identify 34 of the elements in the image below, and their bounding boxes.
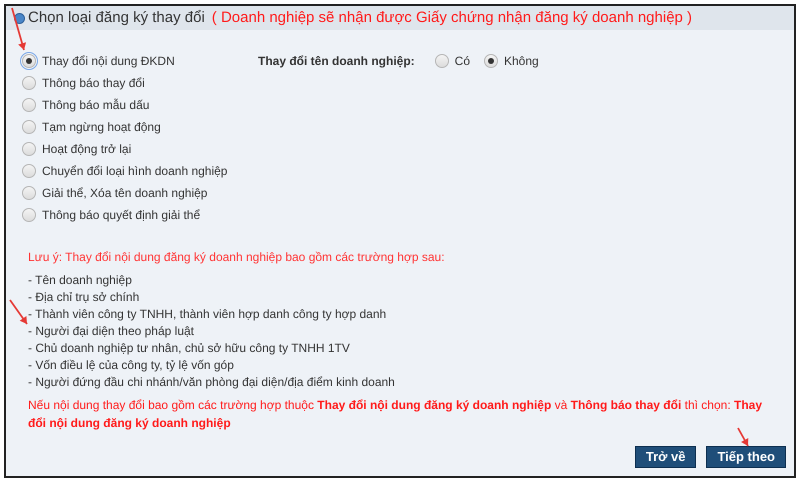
notice-item: - Vốn điều lệ của công ty, tỷ lệ vốn góp bbox=[28, 357, 235, 374]
option-label: Thông báo quyết định giải thể bbox=[42, 207, 200, 224]
notice-item: - Người đại diện theo pháp luật bbox=[28, 323, 196, 340]
notice-title: Lưu ý: Thay đổi nội dung đăng ký doanh nghiệp bao gồm các trường hợp sau: bbox=[28, 249, 446, 266]
radio-button[interactable] bbox=[22, 54, 36, 68]
radio-button[interactable] bbox=[434, 54, 449, 68]
radio-button[interactable] bbox=[22, 164, 36, 178]
option-label: Hoạt động trở lại bbox=[42, 141, 132, 158]
radio-button[interactable] bbox=[22, 120, 36, 134]
notice-item: - Thành viên công ty TNHH, thành viên hợp danh công ty hợp danh bbox=[28, 306, 388, 323]
notice-item: - Người đứng đầu chi nhánh/văn phòng đại diện/địa điểm kinh doanh bbox=[28, 374, 396, 391]
radio-button[interactable] bbox=[22, 142, 36, 156]
section-note: ( Doanh nghiệp sẽ nhận được Giấy chứng nhận đăng ký doanh nghiệp ) bbox=[212, 8, 692, 28]
nav-button[interactable]: Trở về bbox=[634, 446, 696, 468]
field-label: Thay đổi tên doanh nghiệp: bbox=[258, 53, 415, 70]
option-label: Thông báo thay đổi bbox=[42, 75, 145, 92]
option-label: Có bbox=[454, 53, 470, 70]
option-label: Giải thể, Xóa tên doanh nghiệp bbox=[42, 185, 208, 202]
radio-button[interactable] bbox=[22, 76, 36, 90]
option-label: Chuyển đổi loại hình doanh nghiệp bbox=[42, 163, 228, 180]
radio-button[interactable] bbox=[22, 208, 36, 222]
section-title: Chọn loại đăng ký thay đổi bbox=[28, 8, 205, 28]
option-label: Tạm ngừng hoạt động bbox=[42, 119, 161, 136]
notice-item: - Địa chỉ trụ sở chính bbox=[28, 289, 140, 306]
option-label: Không bbox=[504, 53, 539, 70]
nav-button[interactable]: Tiếp theo bbox=[706, 446, 786, 468]
radio-button[interactable] bbox=[484, 54, 498, 68]
radio-button[interactable] bbox=[22, 98, 36, 112]
notice-item: - Chủ doanh nghiệp tư nhân, chủ sở hữu công ty TNHH 1TV bbox=[28, 340, 351, 357]
notice-footer: Nếu nội dung thay đổi bao gồm các trường hợp thuộc Thay đổi nội dung đăng ký doanh nghiệp và Thông báo thay đổi thì chọn: Thay đổi nội dung đăng ký doanh nghiệp bbox=[28, 396, 794, 432]
option-label: Thông báo mẫu dấu bbox=[42, 97, 150, 114]
radio-button[interactable] bbox=[22, 186, 36, 200]
option-label: Thay đổi nội dung ĐKDN bbox=[42, 53, 175, 70]
notice-item: - Tên doanh nghiệp bbox=[28, 272, 133, 289]
